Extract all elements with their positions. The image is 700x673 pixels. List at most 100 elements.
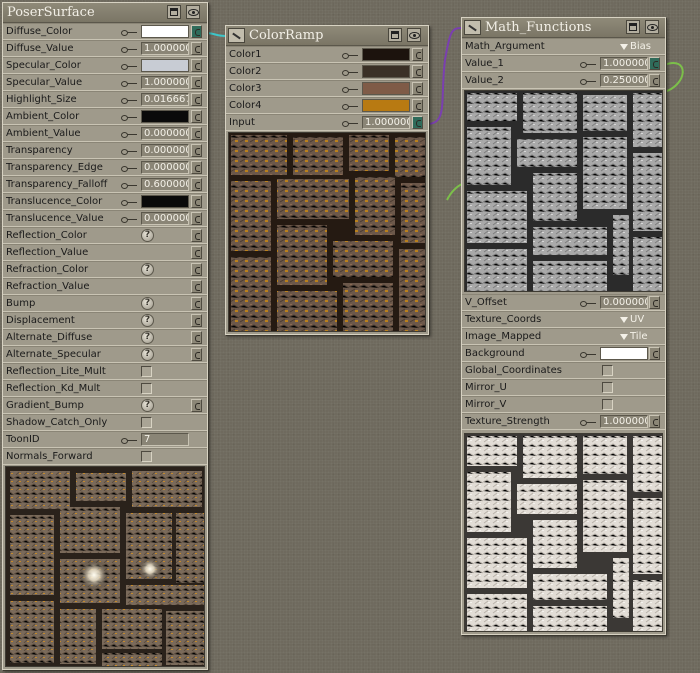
checkbox[interactable]	[141, 451, 152, 462]
param-row-reflection-kd-mult[interactable]: Reflection_Kd_Mult	[3, 380, 207, 397]
keyframe-key-icon[interactable]	[121, 97, 137, 104]
input-plug-icon[interactable]	[191, 178, 202, 191]
input-plug-icon[interactable]	[191, 348, 202, 361]
param-row-color2[interactable]: Color2	[226, 63, 428, 80]
color-swatch[interactable]	[141, 110, 189, 123]
input-plug-icon[interactable]	[191, 263, 202, 276]
checkbox[interactable]	[602, 382, 613, 393]
param-row-texture-strength[interactable]: Texture_Strength 1.000000	[462, 413, 665, 430]
window-icon[interactable]	[388, 28, 402, 42]
keyframe-key-icon[interactable]	[121, 199, 137, 206]
param-row-color3[interactable]: Color3	[226, 80, 428, 97]
param-row-v-offset[interactable]: V_Offset 0.000000	[462, 294, 665, 311]
keyframe-key-icon[interactable]	[121, 46, 137, 53]
input-plug-icon[interactable]	[191, 314, 202, 327]
preview-eye-icon[interactable]	[407, 28, 421, 42]
input-plug-icon[interactable]	[191, 212, 202, 225]
math-functions-node[interactable]: Math_Functions Math_Argument Bias Value_1 1…	[461, 17, 666, 635]
help-icon[interactable]: ?	[141, 229, 154, 242]
input-plug-icon[interactable]	[191, 297, 202, 310]
dropdown-select[interactable]: UV	[620, 314, 644, 325]
param-value-field[interactable]: 1.000000	[600, 415, 648, 428]
param-value-field[interactable]: 1.000000	[141, 42, 189, 55]
input-plug-icon[interactable]	[649, 415, 660, 428]
param-row-shadow-catch-only[interactable]: Shadow_Catch_Only	[3, 414, 207, 431]
param-row-specular-color[interactable]: Specular_Color	[3, 57, 207, 74]
keyframe-key-icon[interactable]	[342, 120, 358, 127]
param-row-input[interactable]: Input 1.000000	[226, 114, 428, 131]
help-icon[interactable]: ?	[141, 348, 154, 361]
input-plug-icon[interactable]	[191, 59, 202, 72]
checkbox[interactable]	[602, 399, 613, 410]
param-row-normals-forward[interactable]: Normals_Forward	[3, 448, 207, 465]
param-row-alternate-specular[interactable]: Alternate_Specular?	[3, 346, 207, 363]
color-swatch[interactable]	[362, 82, 410, 95]
param-row-refraction-color[interactable]: Refraction_Color?	[3, 261, 207, 278]
param-row-toonid[interactable]: ToonID 7	[3, 431, 207, 448]
keyframe-key-icon[interactable]	[580, 300, 596, 307]
help-icon[interactable]: ?	[141, 331, 154, 344]
keyframe-key-icon[interactable]	[121, 114, 137, 121]
param-row-reflection-value[interactable]: Reflection_Value	[3, 244, 207, 261]
color-swatch[interactable]	[141, 59, 189, 72]
param-row-image-mapped[interactable]: Image_Mapped Tile	[462, 328, 665, 345]
help-icon[interactable]: ?	[141, 399, 154, 412]
keyframe-key-icon[interactable]	[342, 103, 358, 110]
param-row-refraction-value[interactable]: Refraction_Value	[3, 278, 207, 295]
param-value-field[interactable]: 1.000000	[600, 57, 648, 70]
input-plug-icon[interactable]	[191, 280, 202, 293]
collapse-icon[interactable]	[228, 28, 245, 43]
param-row-math-argument[interactable]: Math_Argument Bias	[462, 38, 665, 55]
param-row-ambient-color[interactable]: Ambient_Color	[3, 108, 207, 125]
color-swatch[interactable]	[362, 65, 410, 78]
checkbox[interactable]	[141, 366, 152, 377]
input-plug-icon[interactable]	[649, 57, 660, 70]
param-row-specular-value[interactable]: Specular_Value 1.000000	[3, 74, 207, 91]
color-ramp-node[interactable]: ColorRamp Color1 Color2 Color3 Color4 Input 1…	[225, 25, 429, 335]
param-row-mirror-v[interactable]: Mirror_V	[462, 396, 665, 413]
input-plug-icon[interactable]	[191, 25, 202, 38]
preview-eye-icon[interactable]	[186, 5, 200, 19]
color-swatch[interactable]	[600, 347, 648, 360]
keyframe-key-icon[interactable]	[342, 52, 358, 59]
color-swatch[interactable]	[362, 48, 410, 61]
param-row-highlight-size[interactable]: Highlight_Size 0.016667	[3, 91, 207, 108]
keyframe-key-icon[interactable]	[121, 63, 137, 70]
input-plug-icon[interactable]	[649, 347, 660, 360]
param-row-global-coordinates[interactable]: Global_Coordinates	[462, 362, 665, 379]
param-row-texture-coords[interactable]: Texture_Coords UV	[462, 311, 665, 328]
input-plug-icon[interactable]	[191, 110, 202, 123]
color-swatch[interactable]	[141, 25, 189, 38]
input-plug-icon[interactable]	[649, 74, 660, 87]
param-row-displacement[interactable]: Displacement?	[3, 312, 207, 329]
keyframe-key-icon[interactable]	[121, 216, 137, 223]
param-row-gradient-bump[interactable]: Gradient_Bump?	[3, 397, 207, 414]
param-row-transparency-edge[interactable]: Transparency_Edge 0.000000	[3, 159, 207, 176]
input-plug-icon[interactable]	[191, 229, 202, 242]
param-value-field[interactable]: 0.600000	[141, 178, 189, 191]
param-row-bump[interactable]: Bump?	[3, 295, 207, 312]
keyframe-key-icon[interactable]	[580, 61, 596, 68]
math-functions-header[interactable]: Math_Functions	[462, 18, 665, 38]
input-plug-icon[interactable]	[191, 93, 202, 106]
param-row-ambient-value[interactable]: Ambient_Value 0.000000	[3, 125, 207, 142]
param-value-field[interactable]: 0.000000	[141, 161, 189, 174]
input-plug-icon[interactable]	[191, 246, 202, 259]
help-icon[interactable]: ?	[141, 314, 154, 327]
collapse-icon[interactable]	[464, 20, 481, 35]
window-icon[interactable]	[167, 5, 181, 19]
param-row-value-2[interactable]: Value_2 0.250000	[462, 72, 665, 89]
input-plug-icon[interactable]	[191, 399, 202, 412]
param-value-field[interactable]: 1.000000	[362, 116, 410, 129]
param-value-field[interactable]: 1.000000	[141, 76, 189, 89]
keyframe-key-icon[interactable]	[121, 29, 137, 36]
param-row-diffuse-color[interactable]: Diffuse_Color	[3, 23, 207, 40]
help-icon[interactable]: ?	[141, 297, 154, 310]
param-value-field[interactable]: 0.000000	[141, 127, 189, 140]
keyframe-key-icon[interactable]	[342, 69, 358, 76]
param-row-mirror-u[interactable]: Mirror_U	[462, 379, 665, 396]
input-plug-icon[interactable]	[412, 48, 423, 61]
keyframe-key-icon[interactable]	[121, 437, 137, 444]
poser-surface-node[interactable]: PoserSurface Diffuse_Color Diffuse_Value 1…	[2, 2, 208, 670]
param-row-reflection-color[interactable]: Reflection_Color?	[3, 227, 207, 244]
